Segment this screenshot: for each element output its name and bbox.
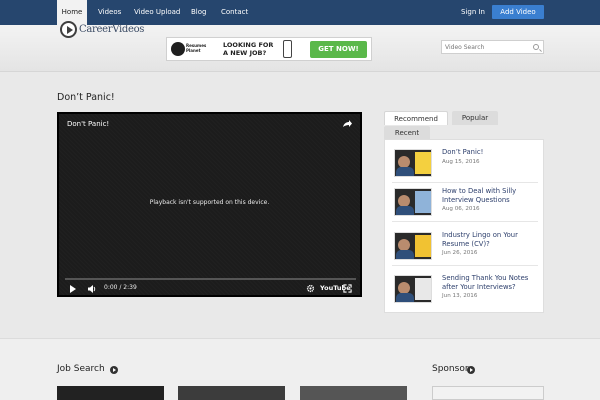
list-item[interactable]: How to Deal with Silly Interview Questio… [392,184,538,222]
video-item-title[interactable]: Industry Lingo on Your Resume (CV)? [442,231,536,248]
nav-blog[interactable]: Blog [191,0,206,25]
job-search-heading[interactable]: Job Search [57,364,105,374]
nav-contact[interactable]: Contact [221,0,248,25]
player-controls: 0:00 / 2:39 YouTube [59,282,360,296]
ad-headline: LOOKING FOR A NEW JOB? [223,41,274,57]
sponsor-heading: Sponsor [432,364,469,374]
video-thumbnail[interactable] [394,275,432,303]
sponsor-ad[interactable] [432,386,544,400]
time-display: 0:00 / 2:39 [104,284,137,291]
video-search-input[interactable] [442,41,530,53]
job-video-card[interactable] [178,386,285,400]
video-player[interactable]: Don't Panic! Playback isn't supported on… [57,112,362,297]
share-icon[interactable] [342,119,352,129]
video-thumbnail[interactable] [394,188,432,216]
volume-icon[interactable] [87,284,97,294]
progress-bar[interactable] [65,278,356,280]
video-list-panel: Don’t Panic! Aug 15, 2016 How to Deal wi… [384,139,544,313]
playback-message: Playback isn't supported on this device. [149,199,270,206]
arrow-right-icon[interactable] [467,366,475,374]
search-icon[interactable] [533,44,539,50]
ad-banner[interactable]: Resumes Planet LOOKING FOR A NEW JOB? GE… [166,37,372,61]
video-item-date: Aug 06, 2016 [442,206,480,212]
arrow-right-icon[interactable] [110,366,118,374]
video-title[interactable]: Don't Panic! [67,120,109,128]
list-item[interactable]: Industry Lingo on Your Resume (CV)? Jun … [392,228,538,266]
tab-recent[interactable]: Recent [384,126,430,140]
site-logo[interactable]: CareerVideos [60,18,144,40]
video-item-date: Jun 13, 2016 [442,293,478,299]
video-item-title[interactable]: How to Deal with Silly Interview Questio… [442,187,536,204]
job-video-card[interactable] [300,386,407,400]
video-search [441,40,544,54]
ad-get-now-button[interactable]: GET NOW! [310,41,367,58]
video-thumbnail[interactable] [394,232,432,260]
list-item[interactable]: Don’t Panic! Aug 15, 2016 [392,145,538,183]
gear-icon[interactable] [306,284,315,293]
add-video-button[interactable]: Add Video [492,5,544,19]
resumes-planet-logo-icon [171,42,185,56]
play-logo-icon [60,20,77,38]
job-video-card[interactable] [57,386,164,400]
page-title: Don’t Panic! [57,92,115,103]
sign-in-link[interactable]: Sign In [461,0,485,25]
list-item[interactable]: Sending Thank You Notes after Your Inter… [392,271,538,309]
video-thumbnail[interactable] [394,149,432,177]
video-item-title[interactable]: Don’t Panic! [442,148,536,157]
video-item-title[interactable]: Sending Thank You Notes after Your Inter… [442,274,536,291]
fullscreen-icon[interactable] [343,284,352,293]
tab-recommend[interactable]: Recommend [384,111,448,125]
tab-popular[interactable]: Popular [452,111,498,125]
video-item-date: Aug 15, 2016 [442,159,480,165]
play-icon[interactable] [70,285,76,293]
video-item-date: Jun 26, 2016 [442,250,478,256]
logo-text: CareerVideos [79,23,145,35]
ad-brand: Resumes Planet [186,43,207,53]
phone-icon [283,40,292,58]
